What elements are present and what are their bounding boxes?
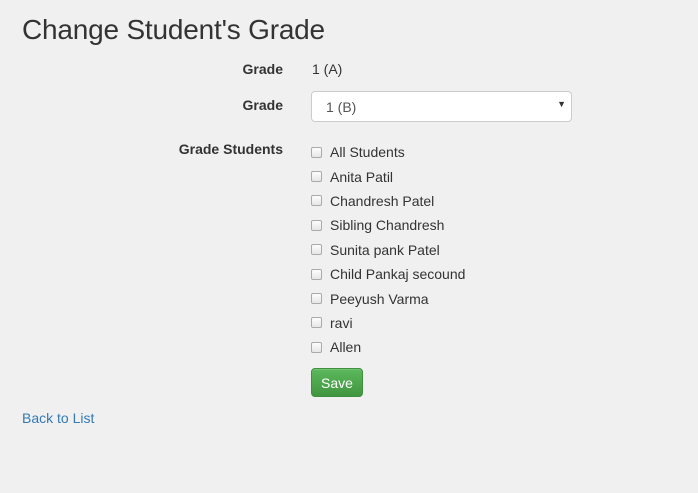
student-label: Child Pankaj secound [330,266,466,283]
student-label: Sunita pank Patel [330,241,440,258]
checkbox[interactable] [311,317,322,329]
checkbox[interactable] [311,146,322,158]
student-label: Anita Patil [330,168,394,185]
checkbox[interactable] [311,268,322,280]
checkbox[interactable] [311,341,322,353]
student-checkbox-row[interactable]: Anita Patil [311,164,465,188]
student-checkbox-row[interactable]: Chandresh Patel [311,189,465,213]
grade-select[interactable]: 1 (B) ▼ [311,91,572,122]
checkbox[interactable] [311,219,322,231]
new-grade-label: Grade [242,97,283,113]
checkbox[interactable] [311,244,322,256]
student-label: Peeyush Varma [330,290,429,307]
save-button[interactable]: Save [311,368,363,397]
student-checkbox-row[interactable]: All Students [311,140,465,164]
checkbox[interactable] [311,171,322,183]
page-title: Change Student's Grade [22,14,325,45]
checkbox[interactable] [311,195,322,207]
student-checkbox-row[interactable]: Peeyush Varma [311,286,465,310]
student-label: Sibling Chandresh [330,217,445,234]
current-grade-value: 1 (A) [312,61,343,77]
student-label: All Students [330,144,405,161]
current-grade-label: Grade [242,61,283,77]
student-label: Chandresh Patel [330,192,435,209]
student-checkbox-row[interactable]: Sunita pank Patel [311,238,465,262]
chevron-down-icon: ▼ [557,99,566,109]
checkbox[interactable] [311,293,322,305]
grade-select-value: 1 (B) [326,99,357,115]
grade-students-label: Grade Students [178,141,283,157]
student-checkbox-row[interactable]: Allen [311,335,465,359]
student-label: Allen [330,339,362,356]
student-checkbox-list: All Students Anita Patil Chandresh Patel… [311,140,465,360]
page: Change Student's Grade Grade 1 (A) Grade… [0,0,698,493]
student-checkbox-row[interactable]: ravi [311,311,465,335]
student-label: ravi [330,314,353,331]
student-checkbox-row[interactable]: Child Pankaj secound [311,262,465,286]
back-to-list-link[interactable]: Back to List [22,410,94,426]
student-checkbox-row[interactable]: Sibling Chandresh [311,213,465,237]
